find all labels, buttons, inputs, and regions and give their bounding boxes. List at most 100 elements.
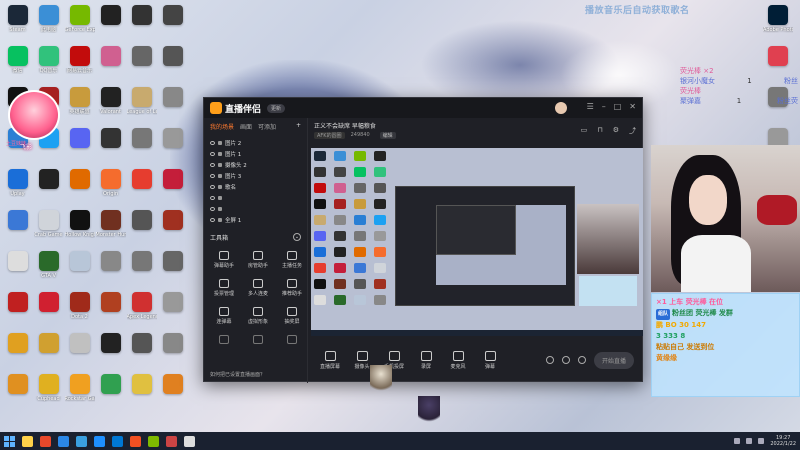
scene-item[interactable]: 图片 1 (210, 148, 301, 159)
desktop-icon[interactable] (95, 2, 126, 43)
tool-button[interactable] (208, 332, 240, 358)
desktop-icon[interactable] (157, 207, 188, 248)
desktop-icon[interactable]: 网易云音乐 (64, 43, 95, 84)
version-button[interactable]: 更新 (267, 103, 286, 113)
close-icon[interactable]: ✕ (629, 102, 636, 114)
desktop-icon[interactable] (95, 43, 126, 84)
desktop-icon[interactable] (95, 125, 126, 166)
desktop-icon[interactable] (64, 330, 95, 371)
desktop-icon[interactable]: 英雄联盟 (64, 84, 95, 125)
desktop-icon[interactable]: Valorant (95, 84, 126, 125)
scene-item[interactable]: 摄像头 2 (210, 159, 301, 170)
go-live-button[interactable]: 开始直播 (593, 351, 634, 369)
help-hint[interactable]: 如何把已设置直播画面？ (210, 371, 265, 378)
control-button[interactable]: 麦克风 (446, 350, 470, 370)
control-button[interactable]: 直播屏幕 (318, 350, 342, 370)
edit-button[interactable]: 编辑 (379, 132, 396, 139)
desktop-icon[interactable] (157, 84, 188, 125)
minimize-icon[interactable]: – (602, 102, 606, 114)
desktop-icon[interactable]: 此电脑 (33, 2, 64, 43)
tab-0[interactable]: 我的场景 (210, 122, 234, 131)
taskbar-app-icon[interactable] (184, 435, 195, 447)
eye-icon[interactable] (210, 162, 215, 167)
add-source-icon[interactable]: + (296, 122, 301, 131)
record-icon[interactable] (561, 356, 570, 364)
eye-icon[interactable] (210, 151, 215, 156)
taskbar-app-icon[interactable] (148, 435, 159, 447)
desktop-icon[interactable]: Steam (2, 2, 33, 43)
taskbar-app-icon[interactable] (112, 435, 123, 447)
lock-icon[interactable] (218, 151, 222, 156)
desktop-icon[interactable] (126, 248, 157, 289)
eye-icon[interactable] (210, 173, 215, 178)
lock-icon[interactable] (218, 217, 222, 222)
lock-icon[interactable] (218, 140, 222, 145)
desktop-icon[interactable] (126, 166, 157, 207)
desktop-icon[interactable]: League of Legends (126, 84, 157, 125)
tab-2[interactable]: 可添加 (258, 122, 276, 131)
desktop-icon[interactable]: Rockstar Games (64, 371, 95, 412)
desktop-icon[interactable] (126, 43, 157, 84)
desktop-icon[interactable]: GeForce Experience (64, 2, 95, 43)
scene-item[interactable]: 全屏 1 (210, 214, 301, 225)
desktop-icon[interactable] (95, 248, 126, 289)
eye-icon[interactable] (210, 206, 215, 211)
tool-button[interactable] (276, 332, 308, 358)
scene-item[interactable] (210, 192, 301, 203)
scene-item[interactable]: 图片 2 (210, 137, 301, 148)
desktop-icon[interactable] (64, 248, 95, 289)
desktop-icon[interactable] (126, 371, 157, 412)
eye-icon[interactable] (210, 217, 215, 222)
tool-button[interactable]: 投票管理 (208, 276, 240, 302)
tray-expand-icon[interactable] (734, 438, 741, 444)
menu-icon[interactable]: ☰ (587, 102, 594, 114)
desktop-icon[interactable] (95, 289, 126, 330)
desktop-icon[interactable] (126, 330, 157, 371)
scene-item[interactable]: 图片 3 (210, 170, 301, 181)
lock-icon[interactable]: ⊓ (597, 126, 602, 136)
desktop-icon[interactable]: Hollow Knight (64, 207, 95, 248)
taskbar-app-icon[interactable] (22, 435, 33, 447)
app-titlebar[interactable]: 直播伴侣 更新 ☰ – □ ✕ (204, 98, 642, 118)
desktop-icon[interactable]: Apex Legends (126, 289, 157, 330)
desktop-icon[interactable] (157, 166, 188, 207)
tool-button[interactable]: 连弹幕 (208, 304, 240, 330)
scene-item[interactable] (210, 203, 301, 214)
desktop-icon[interactable] (157, 248, 188, 289)
desktop-icon[interactable] (2, 289, 33, 330)
camera-toggle-icon[interactable] (545, 356, 554, 364)
desktop-icon[interactable] (157, 330, 188, 371)
control-button[interactable]: 弹幕 (478, 350, 502, 370)
desktop-icon[interactable] (126, 125, 157, 166)
tool-button[interactable]: 推荐助手 (276, 276, 308, 302)
network-icon[interactable] (746, 438, 753, 444)
tool-button[interactable]: 虚拟形象 (242, 304, 274, 330)
desktop-icon[interactable] (2, 371, 33, 412)
eye-icon[interactable] (210, 140, 215, 145)
tool-button[interactable] (242, 332, 274, 358)
taskbar-app-icon[interactable] (40, 435, 51, 447)
taskbar-app-icon[interactable] (58, 435, 69, 447)
taskbar-app-icon[interactable] (166, 435, 177, 447)
desktop-icon[interactable] (33, 330, 64, 371)
scene-item[interactable]: 歌名 (210, 181, 301, 192)
desktop-icon[interactable]: 微信 (2, 43, 33, 84)
desktop-icon[interactable] (95, 371, 126, 412)
live-companion-window[interactable]: 直播伴侣 更新 ☰ – □ ✕ 我的场景 画面 可添加 + 图片 2 图片 1 摄像头 2… (203, 97, 643, 383)
stream-preview[interactable] (311, 148, 643, 336)
desktop-icon[interactable] (95, 330, 126, 371)
settings-icon[interactable]: ⚙ (613, 126, 619, 136)
lock-icon[interactable] (218, 173, 222, 178)
eye-icon[interactable] (210, 184, 215, 189)
desktop-icon[interactable]: Cuphead (33, 371, 64, 412)
tab-1[interactable]: 画面 (240, 122, 252, 131)
desktop-icon[interactable] (2, 248, 33, 289)
desktop-icon[interactable]: Adobe Photosh... (760, 2, 796, 43)
settings-gear-icon[interactable] (577, 356, 586, 364)
screen-icon[interactable]: ▭ (581, 126, 588, 136)
desktop-icon[interactable] (157, 289, 188, 330)
start-button[interactable] (4, 435, 15, 447)
lock-icon[interactable] (218, 206, 222, 211)
chevron-down-icon[interactable]: ⌄ (293, 233, 301, 241)
share-icon[interactable]: ⤴ (629, 126, 636, 136)
